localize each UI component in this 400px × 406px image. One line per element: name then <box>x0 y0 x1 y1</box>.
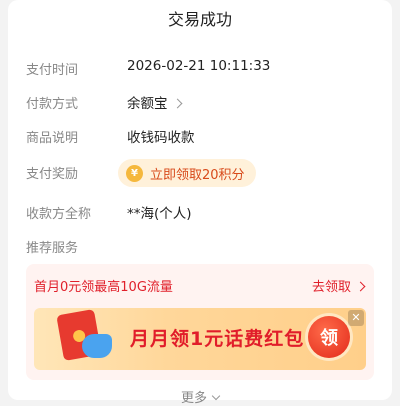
pay-method-link[interactable]: 余额宝 <box>127 92 182 112</box>
page-title: 交易成功 <box>167 10 232 29</box>
coin-icon: ¥ <box>126 164 143 182</box>
chevron-down-icon <box>211 391 221 401</box>
promo-claim-label: 去领取 <box>311 280 351 295</box>
recommend-label: 推荐服务 <box>26 241 79 256</box>
pay-time-label: 支付时间 <box>26 63 79 78</box>
claim-reward-button[interactable]: ¥ 立即领取20积分 <box>118 159 256 187</box>
hand-icon <box>82 334 112 358</box>
promo-claim-link[interactable]: 去领取 <box>311 276 366 295</box>
close-icon[interactable]: ✕ <box>348 310 364 326</box>
banner-claim-button[interactable]: 领 <box>308 316 350 358</box>
promo-card: 首月0元领最高10G流量 去领取 月月领1元话费红包 领 ✕ <box>26 264 374 380</box>
chevron-right-icon <box>172 98 182 109</box>
product-desc-value: 收钱码收款 <box>127 130 195 146</box>
claim-reward-label: 立即领取20积分 <box>150 167 245 183</box>
pay-time-value: 2026-02-21 10:11:33 <box>127 58 271 74</box>
pay-method-label: 付款方式 <box>26 97 79 112</box>
payee-label: 收款方全称 <box>26 207 92 222</box>
pay-method-value: 余额宝 <box>127 96 168 112</box>
chevron-right-icon <box>355 281 366 292</box>
promo-banner[interactable]: 月月领1元话费红包 领 ✕ <box>34 308 366 370</box>
more-button[interactable]: 更多 <box>0 387 400 406</box>
product-desc-label: 商品说明 <box>26 131 79 146</box>
more-label: 更多 <box>180 391 207 406</box>
pay-reward-label: 支付奖励 <box>26 167 79 182</box>
banner-text: 月月领1元话费红包 <box>130 328 305 350</box>
payee-value: **海(个人) <box>127 206 192 222</box>
promo-title: 首月0元领最高10G流量 <box>34 280 173 295</box>
